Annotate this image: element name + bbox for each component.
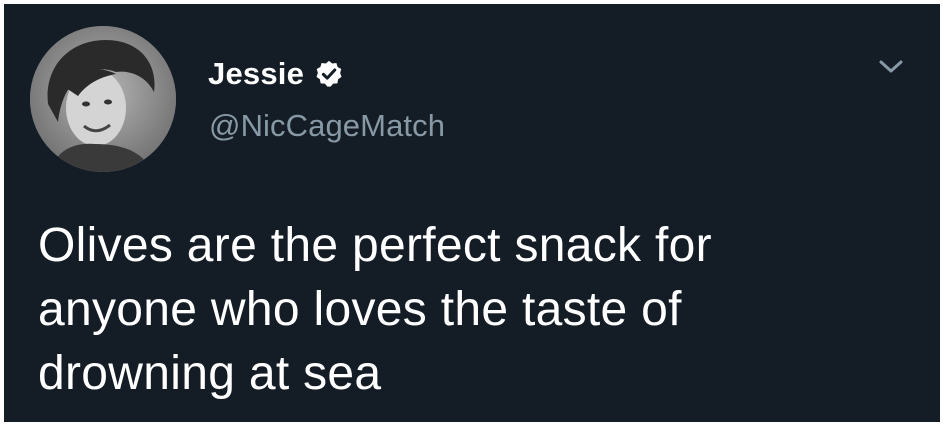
display-name[interactable]: Jessie	[208, 56, 304, 92]
tweet-text-line: anyone who loves the taste of	[38, 283, 682, 336]
tweet-text-line: Olives are the perfect snack for	[38, 219, 712, 272]
avatar[interactable]	[30, 26, 176, 172]
avatar-photo	[30, 26, 176, 172]
author-name-row[interactable]: Jessie	[208, 54, 344, 94]
tweet-menu-button[interactable]	[876, 56, 906, 78]
user-handle[interactable]: @NicCageMatch	[209, 108, 445, 144]
tweet-card: Jessie @NicCageMatch Olives are the perf…	[4, 4, 940, 422]
tweet-text-line: drowning at sea	[38, 347, 382, 400]
tweet-text: Olives are the perfect snack for anyone …	[38, 214, 898, 406]
verified-badge-icon	[316, 60, 342, 87]
chevron-down-icon	[879, 60, 903, 73]
